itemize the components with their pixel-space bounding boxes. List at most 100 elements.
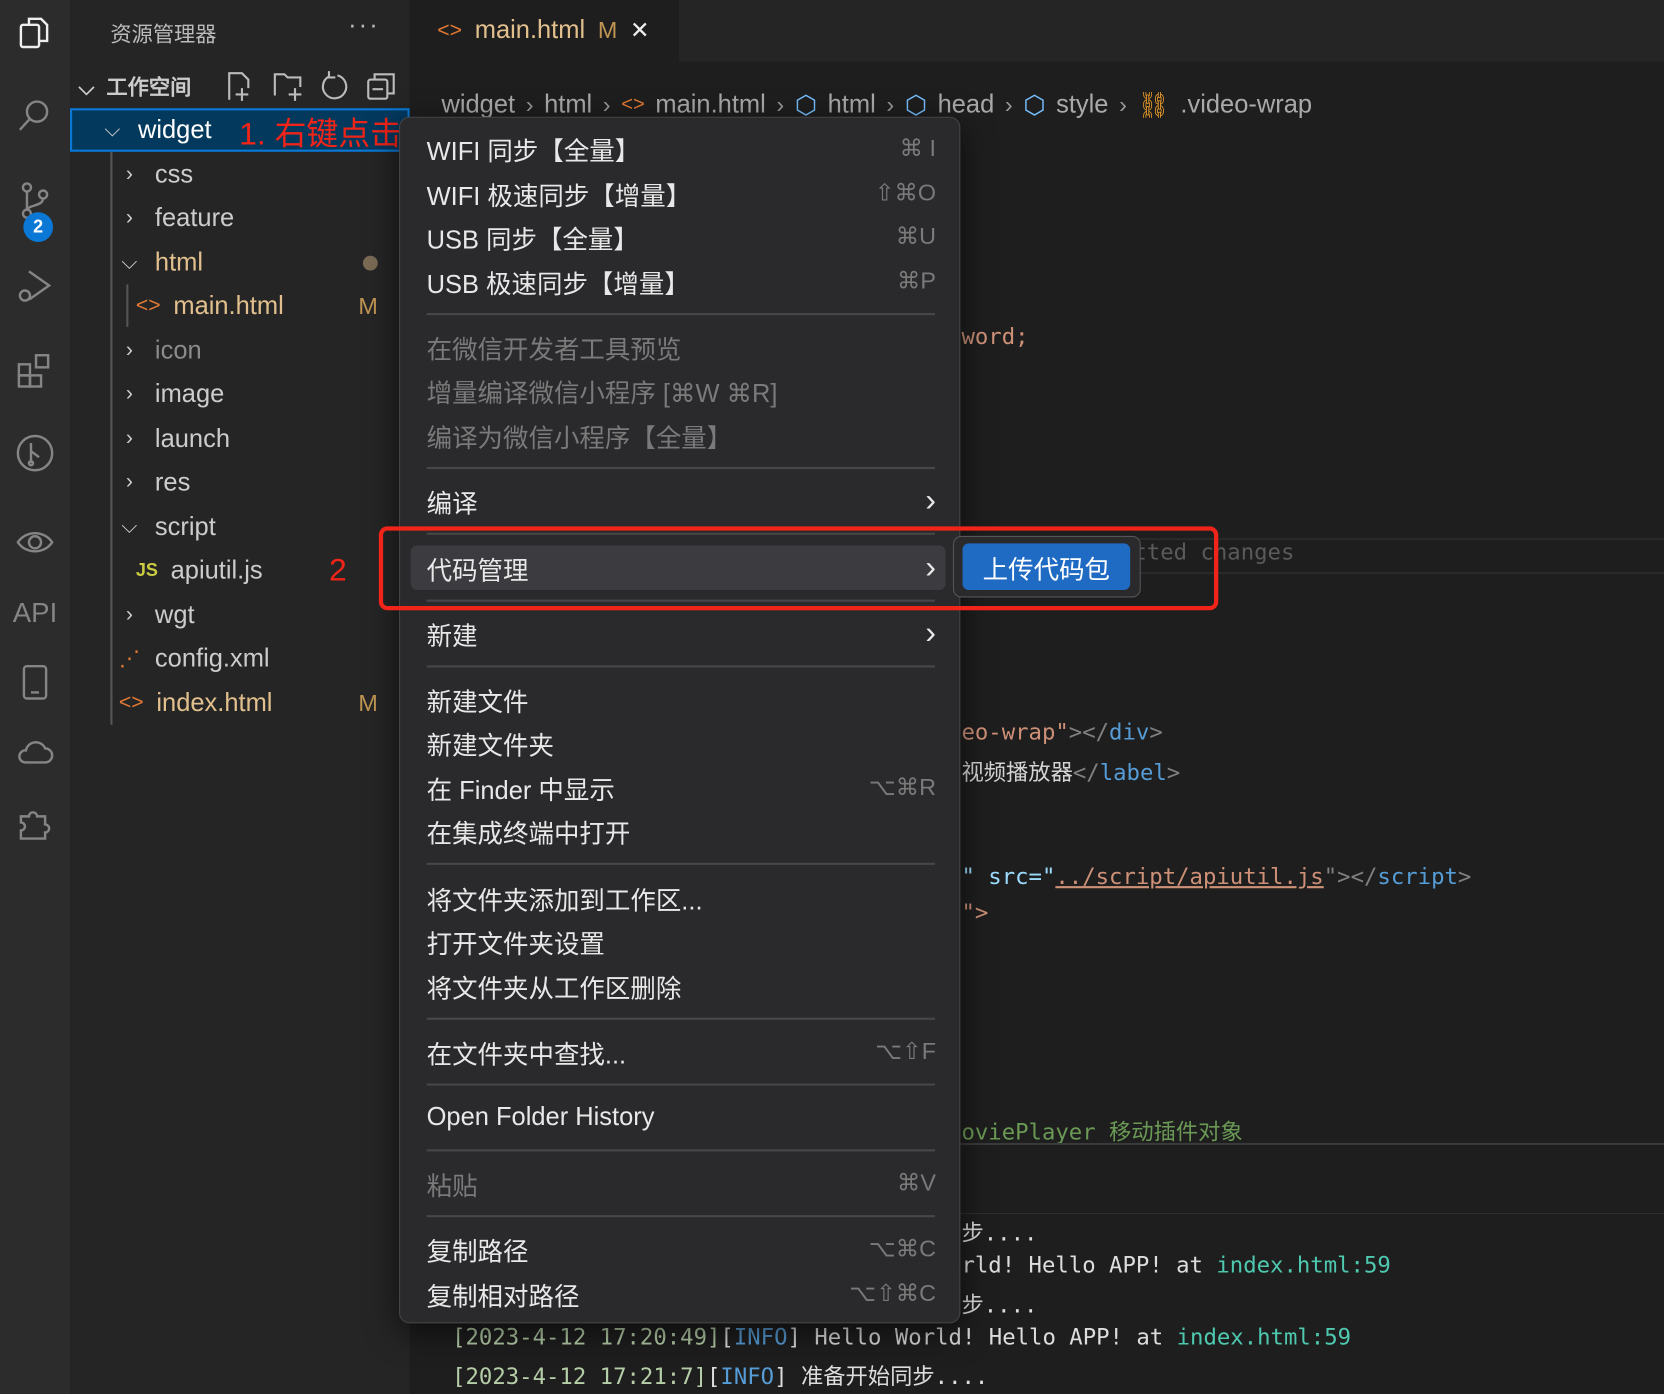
chevron-right-icon: ›: [125, 426, 133, 450]
menu-separator: [426, 1149, 935, 1152]
api-icon[interactable]: API: [8, 586, 61, 639]
tree-file-index-html[interactable]: <> index.html M: [70, 681, 410, 725]
device-icon[interactable]: [8, 656, 61, 709]
plugin-puzzle-icon[interactable]: [8, 796, 61, 849]
new-folder-icon[interactable]: [272, 70, 304, 102]
menu-item-new[interactable]: 新建 ›: [427, 613, 936, 653]
preview-eye-icon[interactable]: [8, 516, 61, 569]
menu-item-wechat-compile-full[interactable]: 编译为微信小程序【全量】: [427, 415, 936, 455]
output-line: 步....: [961, 1220, 1038, 1246]
menu-item-wechat-incremental-compile[interactable]: 增量编译微信小程序 [⌘W ⌘R]: [427, 370, 936, 410]
code-line: word;: [961, 323, 1029, 350]
tree-label: index.html: [156, 688, 273, 717]
tree-file-main-html[interactable]: <> main.html M: [70, 284, 410, 328]
menu-item-wechat-preview[interactable]: 在微信开发者工具预览: [427, 327, 936, 367]
tree-label: css: [154, 159, 194, 189]
menu-item-compile[interactable]: 编译 ›: [427, 481, 936, 521]
breadcrumb-item[interactable]: .video-wrap: [1180, 90, 1312, 120]
code-line: ">: [961, 899, 989, 926]
divider: [960, 1142, 1664, 1146]
tree-folder-launch[interactable]: › launch: [70, 417, 410, 461]
tree-folder-wgt[interactable]: › wgt: [70, 593, 410, 637]
output-line: rld! Hello APP! at index.html:59: [961, 1252, 1391, 1278]
tree-file-config-xml[interactable]: ⋰ config.xml: [70, 637, 410, 681]
chevron-right-icon: ›: [125, 162, 133, 186]
new-file-icon[interactable]: [225, 70, 257, 102]
run-debug-icon[interactable]: [8, 259, 61, 312]
code-line: " src="../script/apiutil.js"></script>: [961, 863, 1472, 890]
search-icon[interactable]: [8, 89, 61, 142]
source-link[interactable]: index.html:59: [1177, 1324, 1351, 1349]
explorer-icon[interactable]: [8, 6, 61, 59]
menu-item-add-folder-to-workspace[interactable]: 将文件夹添加到工作区...: [427, 878, 936, 918]
menu-item-copy-path[interactable]: 复制路径 ⌥⌘C: [427, 1229, 936, 1269]
menu-separator: [426, 1017, 935, 1020]
tab-git-status: M: [597, 16, 618, 44]
output-line: [2023-4-12 17:21:7][INFO] 准备开始同步....: [452, 1363, 989, 1390]
menu-item-find-in-folder[interactable]: 在文件夹中查找... ⌥⇧F: [427, 1031, 936, 1071]
close-icon[interactable]: ✕: [630, 17, 650, 45]
tab-main-html[interactable]: <> main.html M ✕: [409, 0, 680, 62]
tree-label: wgt: [154, 600, 195, 629]
tree-label: apiutil.js: [170, 555, 263, 585]
tree-label: res: [154, 467, 191, 497]
tree-folder-html[interactable]: ⌵ html: [70, 241, 410, 285]
menu-item-copy-relative-path[interactable]: 复制相对路径 ⌥⇧⌘C: [427, 1273, 936, 1313]
tree-file-apiutil-js[interactable]: JS apiutil.js 2: [70, 549, 410, 593]
code-line: eo-wrap"></div>: [961, 719, 1163, 745]
html-file-icon: <>: [437, 18, 463, 42]
menu-item-remove-folder[interactable]: 将文件夹从工作区删除: [427, 966, 936, 1006]
collapse-all-icon[interactable]: [365, 70, 397, 102]
menu-item-usb-sync-full[interactable]: USB 同步【全量】 ⌘U: [427, 216, 936, 256]
tree-folder-image[interactable]: › image: [70, 372, 410, 416]
chevron-right-icon: ›: [125, 338, 133, 362]
breadcrumb-item[interactable]: html: [544, 90, 592, 120]
tree-folder-icon[interactable]: › icon: [70, 329, 410, 373]
script-src-link[interactable]: ../script/apiutil.js: [1055, 864, 1323, 889]
tree-folder-script[interactable]: ⌵ script: [70, 505, 410, 549]
explorer-sidebar: 资源管理器 ··· ⌵ 工作空间 ⌵ widget 1. 右键点击 › css › fe…: [70, 0, 410, 1394]
chevron-down-icon: ⌵: [78, 76, 107, 100]
breadcrumb-item[interactable]: style: [1056, 90, 1108, 120]
cloud-icon[interactable]: [8, 726, 61, 779]
menu-item-open-in-terminal[interactable]: 在集成终端中打开: [427, 811, 936, 851]
tree-folder-feature[interactable]: › feature: [70, 196, 410, 240]
git-graph-icon[interactable]: [8, 427, 61, 480]
tree-folder-res[interactable]: › res: [70, 461, 410, 505]
menu-item-new-folder[interactable]: 新建文件夹: [427, 723, 936, 763]
breadcrumb-item[interactable]: widget: [441, 90, 515, 120]
menu-separator: [426, 1083, 935, 1086]
breadcrumb-item[interactable]: head: [938, 90, 995, 120]
breadcrumb-item[interactable]: html: [828, 90, 876, 120]
menu-item-wifi-sync-incremental[interactable]: WIFI 极速同步【增量】 ⇧⌘O: [427, 173, 936, 213]
explorer-title: 资源管理器: [110, 23, 217, 47]
extensions-icon[interactable]: [8, 344, 61, 397]
rss-xml-icon: ⋰: [118, 647, 141, 671]
menu-item-paste[interactable]: 粘贴 ⌘V: [427, 1163, 936, 1203]
refresh-icon[interactable]: [318, 70, 350, 102]
annotation-step1: 1. 右键点击: [239, 116, 402, 152]
menu-separator: [426, 862, 935, 865]
menu-item-reveal-in-finder[interactable]: 在 Finder 中显示 ⌥⌘R: [427, 767, 936, 807]
modified-dot: [362, 255, 378, 271]
more-actions-button[interactable]: ···: [348, 11, 380, 41]
menu-item-usb-sync-incremental[interactable]: USB 极速同步【增量】 ⌘P: [427, 261, 936, 301]
chevron-right-icon: ›: [925, 615, 936, 651]
tree-label: html: [154, 247, 204, 277]
source-link[interactable]: index.html:59: [1216, 1252, 1390, 1277]
menu-item-wifi-sync-full[interactable]: WIFI 同步【全量】 ⌘ I: [427, 128, 936, 168]
tree-label: widget: [137, 115, 212, 144]
tree-label: feature: [154, 203, 235, 232]
css-selector-icon: ⛓: [1137, 90, 1170, 120]
breadcrumb-item[interactable]: main.html: [655, 90, 765, 120]
menu-item-open-folder-history[interactable]: Open Folder History: [427, 1097, 936, 1137]
tree-folder-widget[interactable]: ⌵ widget 1. 右键点击: [70, 108, 410, 152]
tab-label: main.html: [474, 15, 586, 45]
menu-separator: [426, 313, 935, 316]
output-line: 步....: [961, 1292, 1038, 1319]
menu-item-folder-settings[interactable]: 打开文件夹设置: [427, 921, 936, 961]
workspace-header[interactable]: ⌵ 工作空间: [79, 70, 192, 101]
chevron-right-icon: ›: [125, 602, 133, 627]
menu-item-new-file[interactable]: 新建文件: [427, 679, 936, 719]
tree-folder-css[interactable]: › css: [70, 153, 410, 197]
